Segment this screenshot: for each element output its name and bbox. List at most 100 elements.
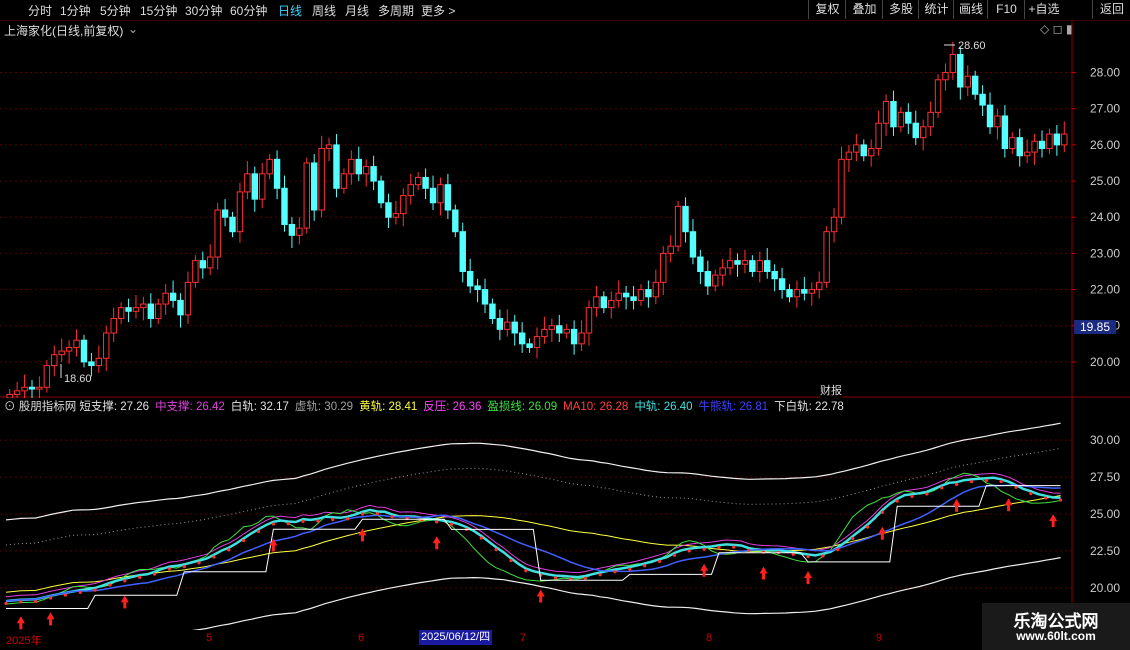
ma10-dot (271, 522, 275, 526)
candlestick-chart[interactable]: 28.0027.0026.0025.0024.0023.0022.0021.00… (0, 20, 1130, 398)
price-axis-label: 24.00 (1090, 210, 1120, 224)
toolbar-button-7[interactable]: 返回 (1092, 0, 1130, 19)
ma10-dot (583, 576, 587, 580)
candle-body (80, 339, 88, 363)
candle-body (110, 318, 117, 334)
candle-body (860, 144, 867, 157)
candle-body (288, 223, 296, 236)
period-9[interactable]: 多周期 (378, 2, 414, 19)
candle (296, 217, 303, 245)
candle-body (370, 166, 377, 182)
candle-body (58, 350, 65, 356)
ma10-dot (910, 494, 914, 499)
candle (132, 295, 140, 319)
candle-body (927, 111, 934, 128)
candle-body (608, 299, 615, 309)
ma10-dot (1044, 496, 1048, 500)
toolbar-button-6[interactable]: +自选 (1024, 0, 1063, 19)
candle (674, 200, 682, 252)
candle-body (741, 260, 749, 265)
period-1[interactable]: 1分钟 (60, 2, 91, 19)
candle-body (65, 346, 73, 352)
price-axis-label: 26.00 (1090, 138, 1120, 152)
candle (199, 251, 207, 279)
toolbar-button-4[interactable]: 画线 (953, 0, 988, 19)
bull-bear-rail (5, 484, 1061, 602)
candle-body (518, 332, 526, 345)
candle-body (637, 289, 645, 301)
candle-body (1023, 151, 1031, 157)
candle-body (801, 289, 808, 294)
period-8[interactable]: 月线 (345, 2, 369, 19)
ma10-dot (821, 554, 825, 558)
candle (481, 278, 489, 314)
ma10-dot (197, 561, 201, 565)
ma10-dot (63, 593, 68, 597)
candle-body (310, 162, 318, 211)
candle (370, 155, 377, 191)
candle (147, 293, 155, 328)
candle-body (593, 296, 600, 309)
buy-arrow-icon (804, 571, 813, 585)
period-2[interactable]: 5分钟 (100, 2, 131, 19)
candle-body (764, 260, 771, 272)
candle-body (890, 100, 897, 128)
candle (169, 280, 177, 308)
chevron-down-icon[interactable]: ⌄ (128, 22, 138, 36)
candle-body (414, 176, 422, 186)
candle (793, 280, 801, 308)
toolbar-button-3[interactable]: 统计 (918, 0, 954, 19)
indicator-axis-label: 30.00 (1090, 433, 1120, 447)
candle (957, 47, 964, 100)
period-10[interactable]: 更多 > (421, 2, 455, 19)
candle-body (259, 173, 266, 200)
candle (622, 285, 630, 310)
candle-body (318, 148, 325, 211)
period-4[interactable]: 30分钟 (185, 2, 222, 19)
candle-body (377, 180, 385, 204)
candle-body (905, 111, 912, 124)
candle-body (392, 213, 400, 218)
indicator-chart[interactable]: 30.00 27.50 25.00 22.50 20.00 (0, 398, 1130, 630)
candle-body (422, 176, 429, 189)
ma10-dot (123, 579, 127, 583)
toolbar-button-2[interactable]: 多股 (882, 0, 919, 19)
period-0[interactable]: 分时 (28, 2, 52, 19)
buy-arrow-icon (120, 595, 129, 609)
period-7[interactable]: 周线 (312, 2, 336, 19)
candle (80, 334, 88, 368)
ma10-dot (836, 547, 840, 552)
ma10-dot (613, 570, 617, 574)
toolbar-button-5[interactable]: F10 (987, 0, 1025, 19)
candle (875, 110, 882, 156)
candle-body (778, 278, 786, 291)
period-6[interactable]: 日线 (278, 2, 302, 19)
candle-body (771, 270, 778, 280)
ma10-dot (167, 567, 171, 571)
settings-icons[interactable]: ◇ ◻ ▮ (1040, 22, 1072, 36)
candle-body (867, 148, 875, 157)
candle (585, 300, 593, 346)
buy-arrow-icon (1049, 514, 1058, 528)
finance-report-tag[interactable]: 财报 (820, 382, 842, 398)
toolbar-button-1[interactable]: 叠加 (845, 0, 883, 19)
period-3[interactable]: 15分钟 (140, 2, 177, 19)
price-axis-label: 27.00 (1090, 102, 1120, 116)
candle-body (474, 285, 481, 291)
candle-body (979, 93, 986, 106)
candle (689, 219, 697, 265)
candle (400, 188, 407, 227)
candle-body (912, 122, 919, 139)
candle (697, 249, 704, 285)
candle-body (749, 260, 756, 272)
period-5[interactable]: 60分钟 (230, 2, 267, 19)
candle (1009, 132, 1016, 154)
period-toolbar: 分时 1分钟 5分钟 15分钟 30分钟 60分钟 日线 周线 月线 多周期 更多 > 复权 叠加 多股统… (0, 0, 1130, 21)
buy-arrow-icon (952, 498, 961, 512)
candle-body (199, 260, 207, 269)
candle-body (229, 216, 236, 233)
buy-arrow-icon (878, 526, 887, 540)
candle (830, 208, 838, 243)
toolbar-button-0[interactable]: 复权 (808, 0, 846, 19)
candle-body (808, 289, 815, 294)
